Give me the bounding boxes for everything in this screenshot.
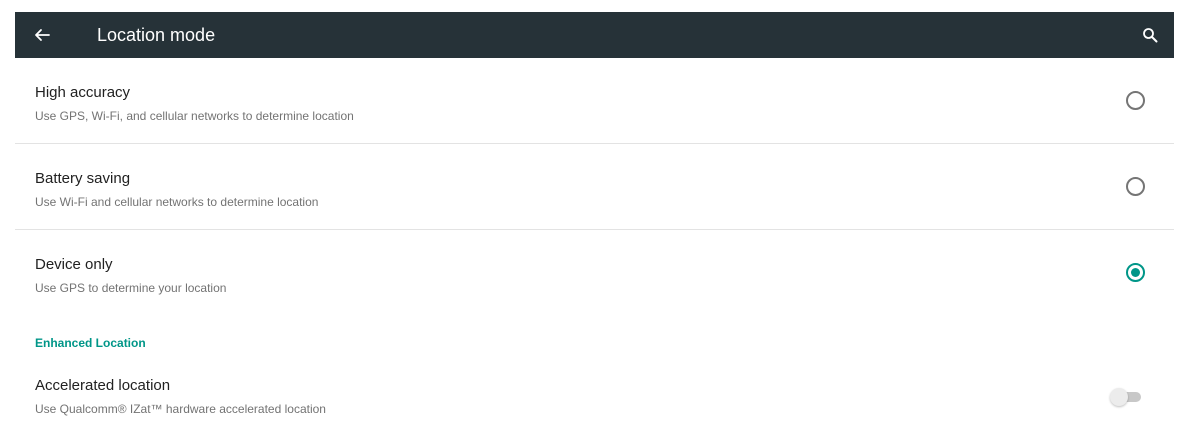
option-title: High accuracy [35,84,131,101]
page-title: Location mode [97,24,216,45]
radio-button-device-only[interactable] [1126,263,1145,282]
search-button[interactable] [1138,23,1162,47]
app-bar: Location mode [15,12,1174,58]
mode-option-device-only[interactable]: Device only Use GPS to determine your lo… [15,230,1174,315]
accelerated-location-setting[interactable]: Accelerated location Use Qualcomm® IZat™… [15,368,1174,428]
search-icon [1143,28,1158,43]
option-summary: Use GPS to determine your location [35,281,227,295]
radio-button-high-accuracy[interactable] [1126,91,1145,110]
option-summary: Use GPS, Wi-Fi, and cellular networks to… [35,109,354,123]
arrow-left-icon [35,29,50,41]
back-button[interactable] [15,12,69,58]
radio-button-battery-saving[interactable] [1126,177,1145,196]
accelerated-location-switch[interactable] [1110,388,1144,406]
setting-title: Accelerated location [35,377,171,394]
switch-thumb [1110,388,1128,406]
option-summary: Use Wi-Fi and cellular networks to deter… [35,195,319,209]
mode-option-high-accuracy[interactable]: High accuracy Use GPS, Wi-Fi, and cellul… [15,58,1174,144]
location-mode-list: High accuracy Use GPS, Wi-Fi, and cellul… [15,58,1174,416]
radio-selected-dot [1131,268,1140,277]
setting-summary: Use Qualcomm® IZat™ hardware accelerated… [35,402,326,416]
option-title: Device only [35,256,113,273]
mode-option-battery-saving[interactable]: Battery saving Use Wi-Fi and cellular ne… [15,144,1174,230]
section-header-enhanced-location: Enhanced Location [35,336,146,350]
option-title: Battery saving [35,170,131,187]
